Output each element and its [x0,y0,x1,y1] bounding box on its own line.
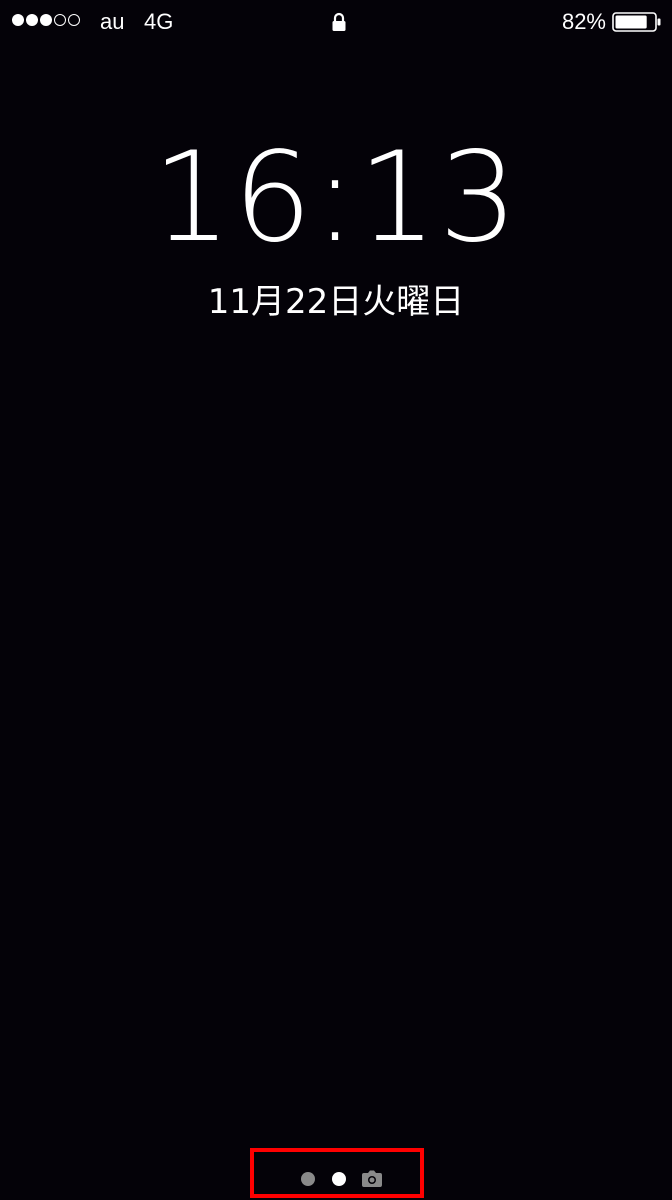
network-type: 4G [144,9,174,34]
lock-screen-time: 16:13 [152,126,520,270]
lock-screen-date: 11月22日火曜日 [207,282,465,322]
signal-dot [68,14,80,26]
battery-percentage: 82% [561,9,606,34]
signal-dot [12,14,24,26]
page-dot-notifications[interactable] [301,1172,315,1186]
signal-dot [54,14,66,26]
carrier-name: au [100,9,125,34]
camera-icon[interactable] [361,1170,383,1188]
lock-icon [332,12,346,31]
battery-fill [615,15,647,29]
cellular-signal-icon [12,14,80,26]
page-dot-current[interactable] [332,1172,346,1186]
signal-dot [40,14,52,26]
signal-dot [26,14,38,26]
battery-icon [612,12,661,32]
page-indicator [250,1148,424,1198]
status-bar: au 4G 82% [0,0,672,44]
